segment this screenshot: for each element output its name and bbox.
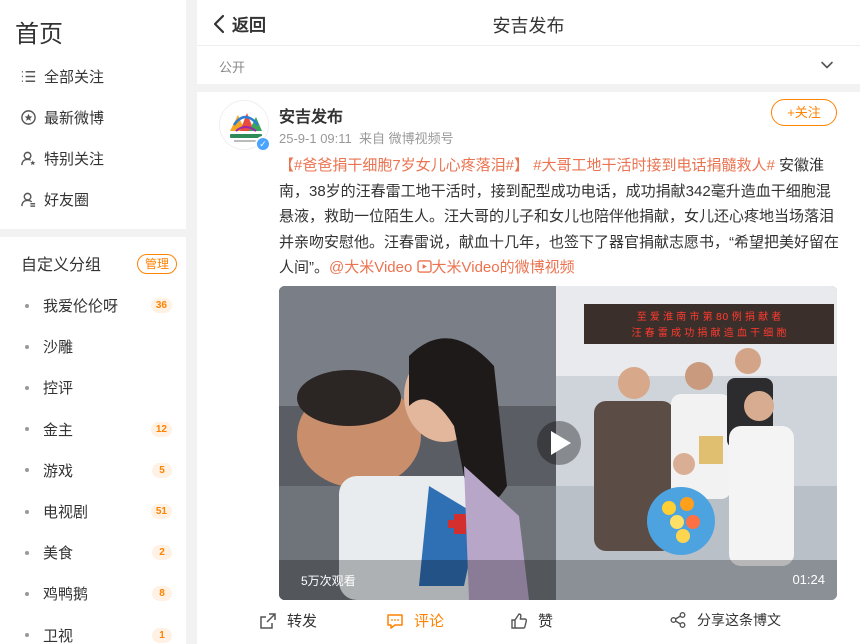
repost-label: 转发	[287, 613, 318, 630]
group-label: 我爱伦伦呀	[43, 298, 119, 316]
sidebar-nav: 全部关注 最新微博 特别关注 好友圈	[0, 56, 186, 220]
unread-badge: 36	[150, 298, 172, 313]
sidebar-divider	[0, 229, 186, 237]
thumbs-up-icon	[511, 612, 528, 629]
visibility-label: 公开	[219, 60, 246, 75]
group-item[interactable]: 鸡鸭鹅 8	[0, 573, 186, 614]
chevron-down-icon[interactable]	[820, 58, 834, 72]
repost-button[interactable]: 转发	[259, 610, 317, 631]
post-author[interactable]: 安吉发布	[279, 103, 343, 127]
custom-groups-header: 自定义分组 管理	[0, 246, 186, 280]
video-link-label: 大米Video的微博视频	[431, 259, 575, 276]
like-button[interactable]: 赞	[510, 610, 553, 631]
share-label: 分享这条博文	[697, 612, 781, 628]
group-label: 卫视	[43, 627, 74, 644]
post-time[interactable]: 25-9-1 09:11	[279, 131, 352, 146]
group-item[interactable]: 卫视 1	[0, 615, 186, 644]
post-text: 【#爸爸捐干细胞7岁女儿心疼落泪#】 #大哥工地干活时接到电话捐髓救人# 安徽淮…	[279, 153, 839, 281]
hashtag-link[interactable]: 【#爸爸捐干细胞7岁女儿心疼落泪#】	[279, 157, 529, 174]
custom-groups-title: 自定义分组	[21, 257, 102, 274]
bullet-dot	[25, 550, 29, 555]
sidebar: 首页 全部关注 最新微博 特别关注 好友圈 自定义分组 管理 我爱伦伦呀 36 …	[0, 0, 186, 644]
view-count: 5万次观看	[301, 574, 356, 588]
sidebar-item-latest[interactable]: 最新微博	[0, 97, 186, 138]
group-label: 沙雕	[43, 339, 74, 357]
video-thumbnail: 至 爱 淮 南 市 第 80 例 捐 献 者 汪 春 雷 成 功 捐 献 造 血…	[279, 286, 837, 600]
bullet-dot	[25, 633, 29, 638]
group-label: 金主	[43, 421, 74, 439]
group-item[interactable]: 金主 12	[0, 409, 186, 450]
sidebar-item-label: 全部关注	[44, 69, 105, 86]
sidebar-item-label: 特别关注	[44, 151, 105, 168]
group-item[interactable]: 控评	[0, 367, 186, 408]
section-divider	[197, 84, 860, 92]
share-button[interactable]: 分享这条博文	[669, 610, 781, 630]
group-item[interactable]: 电视剧 51	[0, 491, 186, 532]
page-title: 安吉发布	[492, 16, 565, 36]
comment-label: 评论	[414, 613, 445, 630]
user-friends-icon	[19, 191, 37, 209]
post-action-bar: 转发 评论 赞 分享这条博文	[197, 606, 860, 636]
group-label: 控评	[43, 380, 74, 398]
group-label: 电视剧	[43, 504, 89, 522]
unread-badge: 2	[152, 545, 172, 561]
share-icon	[670, 612, 686, 628]
group-label: 美食	[43, 545, 74, 563]
bullet-dot	[25, 427, 29, 432]
user-star-icon	[19, 150, 37, 168]
sidebar-item-friends[interactable]: 好友圈	[0, 179, 186, 220]
video-banner-text-1: 至 爱 淮 南 市 第 80 例 捐 献 者	[637, 310, 782, 323]
custom-groups-list: 我爱伦伦呀 36 沙雕 控评 金主 12 游戏 5 电视剧 51 美食 2 鸡鸭鹅 8 卫视…	[0, 285, 186, 644]
video-duration: 01:24	[792, 572, 825, 587]
unread-badge: 12	[150, 421, 172, 437]
group-item[interactable]: 游戏 5	[0, 450, 186, 491]
like-label: 赞	[538, 613, 554, 630]
manage-groups-button[interactable]: 管理	[137, 254, 178, 274]
comment-button[interactable]: 评论	[386, 610, 444, 631]
post-detail-panel: 返回 安吉发布 公开 ✓ 安吉发布 25-9-1 09:11 来自 微博视频号 …	[197, 0, 860, 644]
bullet-dot	[25, 385, 29, 390]
unread-badge: 8	[152, 586, 172, 602]
post-source: 来自 微博视频号	[359, 131, 454, 146]
verified-badge-icon: ✓	[255, 136, 271, 152]
unread-badge: 51	[150, 503, 172, 519]
clock-star-icon	[19, 109, 37, 127]
group-label: 鸡鸭鹅	[43, 586, 89, 604]
bullet-dot	[25, 591, 29, 596]
sidebar-item-special[interactable]: 特别关注	[0, 138, 186, 179]
hashtag-link[interactable]: #大哥工地干活时接到电话捐髓救人#	[533, 157, 775, 174]
sidebar-item-label: 好友圈	[44, 192, 90, 209]
list-icon	[19, 68, 37, 86]
video-link[interactable]: 大米Video的微博视频	[416, 259, 575, 276]
unread-badge: 5	[152, 462, 172, 478]
bullet-dot	[25, 344, 29, 349]
sidebar-title[interactable]: 首页	[15, 14, 63, 49]
bullet-dot	[25, 509, 29, 514]
video-player[interactable]: 至 爱 淮 南 市 第 80 例 捐 献 者 汪 春 雷 成 功 捐 献 造 血…	[279, 286, 837, 600]
video-banner-text-2: 汪 春 雷 成 功 捐 献 造 血 干 细 胞	[632, 326, 787, 339]
bullet-dot	[25, 468, 29, 473]
video-icon	[416, 260, 432, 273]
group-item[interactable]: 我爱伦伦呀 36	[0, 285, 186, 326]
comment-icon	[387, 613, 403, 629]
visibility-bar: 公开	[197, 47, 860, 83]
group-item[interactable]: 美食 2	[0, 532, 186, 573]
top-bar: 返回 安吉发布	[197, 0, 860, 46]
unread-badge: 1	[152, 627, 172, 643]
sidebar-item-label: 最新微博	[44, 110, 105, 127]
sidebar-item-all-following[interactable]: 全部关注	[0, 56, 186, 97]
bullet-dot	[25, 303, 29, 308]
mention-link[interactable]: @大米Video	[329, 259, 412, 276]
group-item[interactable]: 沙雕	[0, 326, 186, 367]
follow-button[interactable]: +关注	[771, 99, 837, 126]
repost-icon	[260, 612, 276, 629]
group-label: 游戏	[43, 462, 74, 480]
post-meta: 25-9-1 09:11 来自 微博视频号	[279, 128, 454, 147]
